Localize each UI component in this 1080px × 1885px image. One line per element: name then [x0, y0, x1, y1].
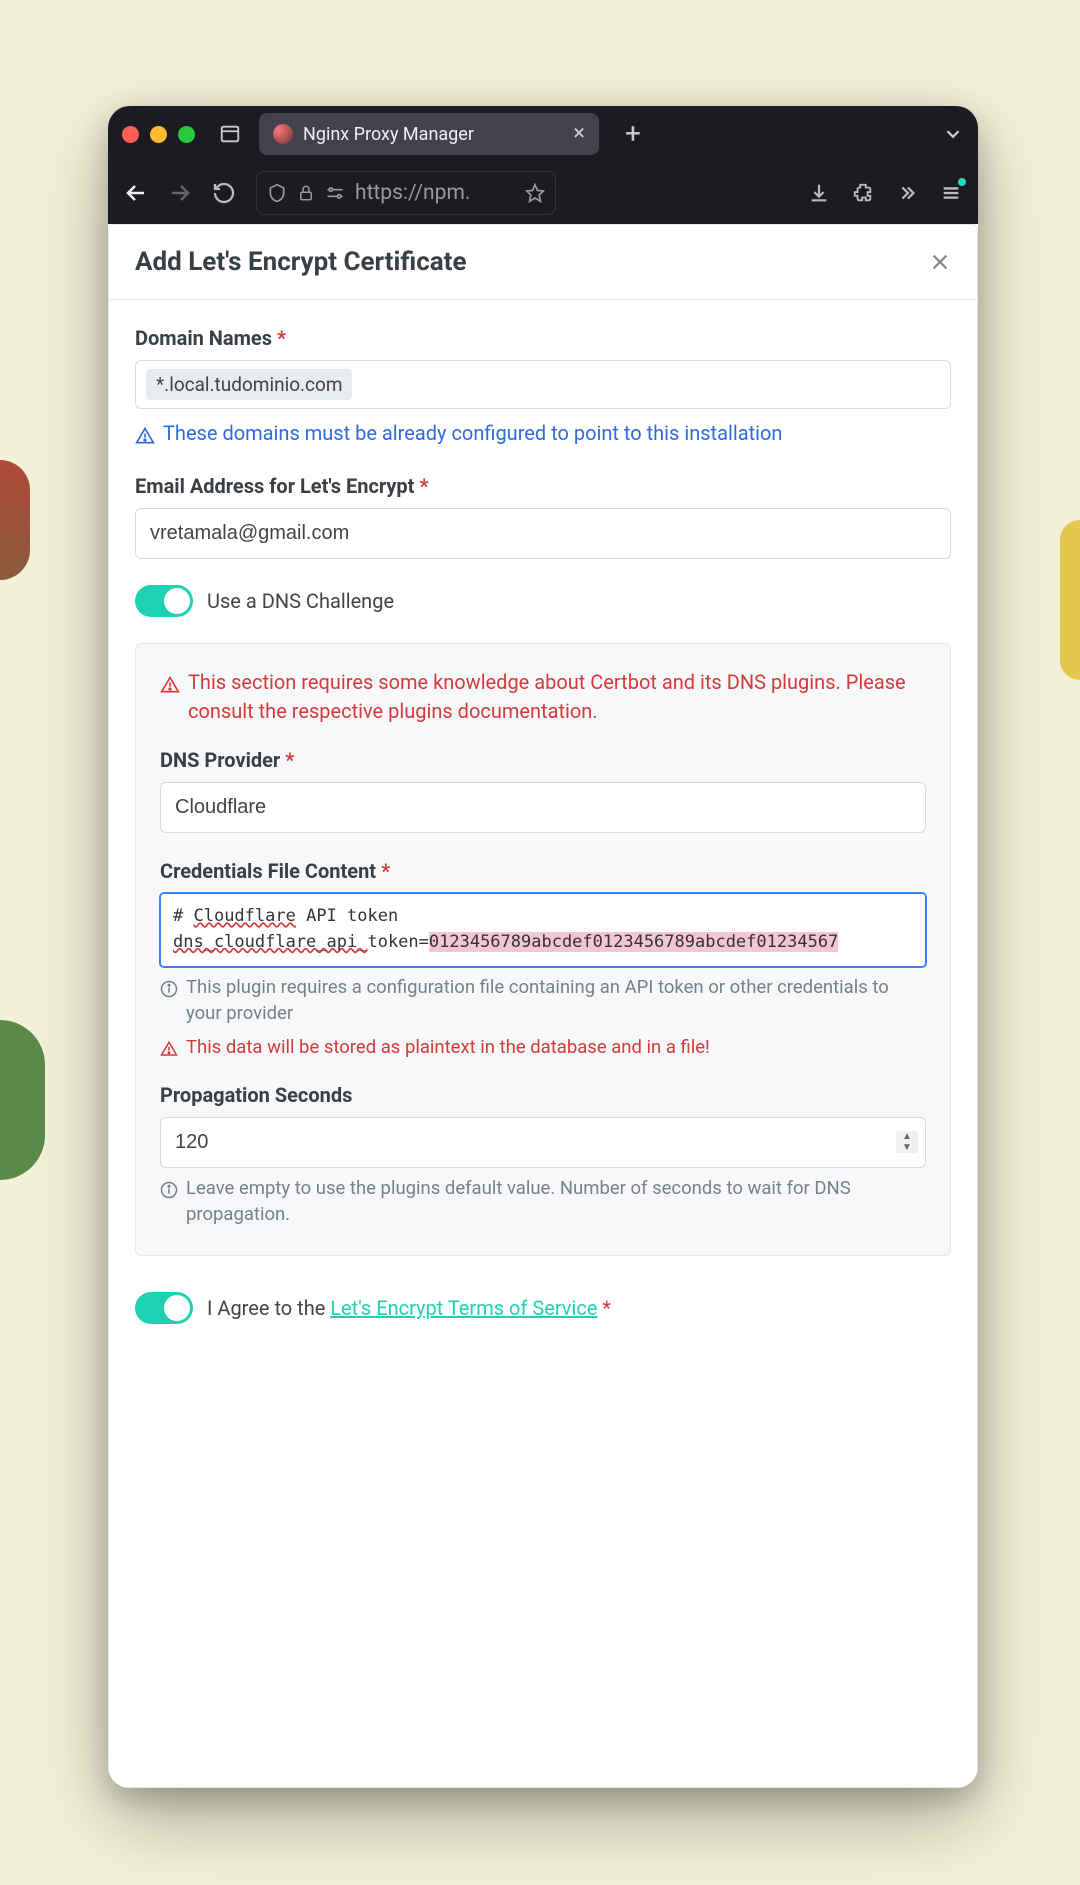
traffic-lights [122, 126, 195, 143]
required-asterisk: * [285, 748, 294, 772]
credentials-hint: This plugin requires a configuration fil… [160, 975, 926, 1027]
domain-names-input[interactable]: *.local.tudominio.com [135, 360, 951, 409]
domain-names-label: Domain Names * [135, 326, 951, 350]
tab-title: Nginx Proxy Manager [303, 124, 474, 145]
url-text: https://npm. [355, 181, 515, 205]
tab-close-button[interactable]: × [573, 123, 585, 145]
downloads-icon[interactable] [808, 182, 830, 204]
browser-window: Nginx Proxy Manager × + https://npm. [108, 106, 978, 1788]
agree-text: I Agree to the Let's Encrypt Terms of Se… [207, 1296, 611, 1320]
reload-button[interactable] [212, 181, 236, 205]
window-minimize-button[interactable] [150, 126, 167, 143]
domain-hint: These domains must be already configured… [135, 419, 951, 448]
warning-icon [135, 419, 155, 448]
warning-icon [160, 1035, 178, 1061]
credentials-label: Credentials File Content * [160, 859, 926, 883]
shield-icon [267, 181, 287, 205]
propagation-hint: Leave empty to use the plugins default v… [160, 1176, 926, 1228]
overflow-icon[interactable] [896, 182, 918, 204]
dns-section-warning: This section requires some knowledge abo… [160, 668, 926, 726]
browser-toolbar: https://npm. [108, 162, 978, 224]
tos-link[interactable]: Let's Encrypt Terms of Service [330, 1296, 597, 1320]
decorative-blob [0, 1020, 45, 1180]
propagation-label: Propagation Seconds [160, 1083, 926, 1107]
new-tab-button[interactable]: + [625, 120, 641, 148]
info-icon [160, 975, 178, 1001]
page-content: Add Let's Encrypt Certificate Domain Nam… [108, 224, 978, 1788]
modal-close-button[interactable] [929, 251, 951, 273]
window-close-button[interactable] [122, 126, 139, 143]
lock-icon [297, 181, 315, 205]
number-spinner[interactable]: ▲▼ [896, 1131, 918, 1153]
url-bar[interactable]: https://npm. [256, 171, 556, 215]
extensions-icon[interactable] [852, 182, 874, 204]
domain-chip[interactable]: *.local.tudominio.com [146, 369, 352, 400]
dns-challenge-toggle[interactable] [135, 585, 193, 617]
window-titlebar: Nginx Proxy Manager × + [108, 106, 978, 162]
decorative-blob [0, 460, 30, 580]
dns-provider-select[interactable] [160, 782, 926, 833]
window-zoom-button[interactable] [178, 126, 195, 143]
back-button[interactable] [124, 181, 148, 205]
sidebar-toggle-icon[interactable] [219, 123, 241, 145]
decorative-blob [1060, 520, 1080, 680]
required-asterisk: * [277, 326, 286, 350]
agree-row: I Agree to the Let's Encrypt Terms of Se… [109, 1292, 977, 1344]
browser-tab[interactable]: Nginx Proxy Manager × [259, 113, 599, 155]
tabs-dropdown-icon[interactable] [942, 123, 964, 145]
dns-provider-label: DNS Provider * [160, 748, 926, 772]
modal-title: Add Let's Encrypt Certificate [135, 247, 467, 277]
dns-challenge-section: This section requires some knowledge abo… [135, 643, 951, 1256]
info-icon [160, 1176, 178, 1202]
required-asterisk: * [419, 474, 428, 498]
modal-header: Add Let's Encrypt Certificate [109, 225, 977, 300]
required-asterisk: * [602, 1296, 611, 1320]
warning-icon [160, 668, 180, 697]
credentials-textarea[interactable]: # Cloudflare API tokendns_cloudflare_api… [160, 893, 926, 967]
app-menu-icon[interactable] [940, 182, 962, 204]
certificate-modal: Add Let's Encrypt Certificate Domain Nam… [108, 224, 978, 1788]
email-label: Email Address for Let's Encrypt * [135, 474, 951, 498]
tab-favicon [273, 124, 293, 144]
dns-challenge-label: Use a DNS Challenge [207, 589, 394, 613]
agree-toggle[interactable] [135, 1292, 193, 1324]
star-icon[interactable] [525, 181, 545, 205]
propagation-input[interactable] [160, 1117, 926, 1168]
permissions-icon [325, 181, 345, 205]
forward-button [168, 181, 192, 205]
email-input[interactable] [135, 508, 951, 559]
modal-body: Domain Names * *.local.tudominio.com The… [109, 300, 977, 1292]
credentials-warning: This data will be stored as plaintext in… [160, 1035, 926, 1061]
required-asterisk: * [381, 859, 390, 883]
